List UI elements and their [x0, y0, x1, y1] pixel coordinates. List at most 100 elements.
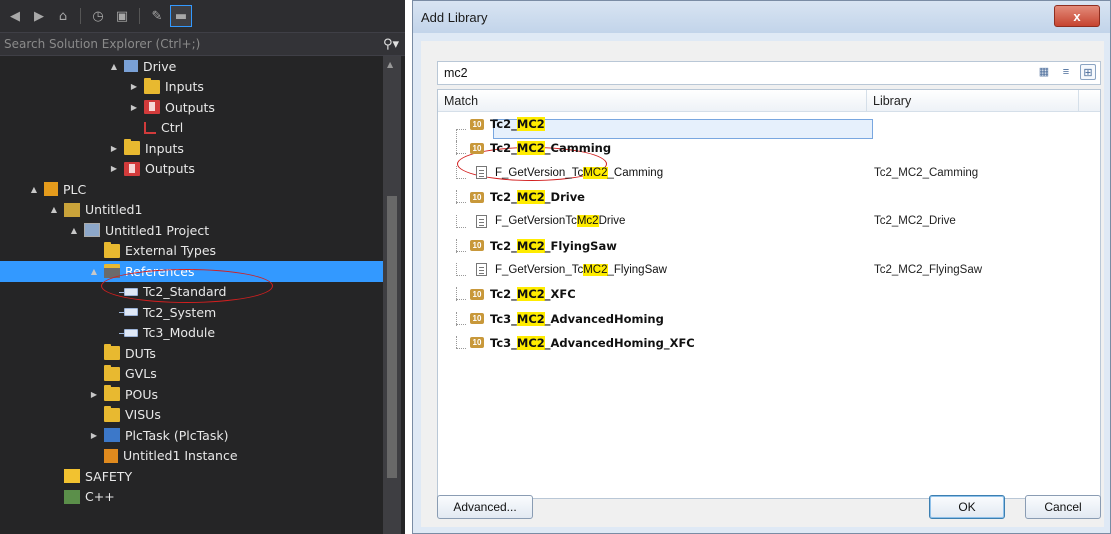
ok-button[interactable]: OK: [929, 495, 1005, 519]
column-header-filler: [1079, 90, 1100, 111]
explorer-scrollbar[interactable]: ▲: [383, 56, 401, 534]
close-button[interactable]: x: [1054, 5, 1100, 27]
name-part: _AdvancedHoming_XFC: [544, 335, 695, 350]
library-row[interactable]: 10 Tc2_MC2_XFC: [438, 282, 1100, 306]
table-body: 10 Tc2_MC2 10 Tc2_MC2_Camming F_GetVersion_T…: [438, 112, 1100, 355]
home-icon[interactable]: ⌂: [52, 5, 74, 27]
expand-all-icon[interactable]: ⊞: [1080, 64, 1096, 80]
tree-item[interactable]: DUTs: [0, 343, 383, 364]
tree-item[interactable]: Untitled1 Instance: [0, 446, 383, 467]
tree-item[interactable]: ▲ PLC: [0, 179, 383, 200]
expand-arrow-icon[interactable]: ▶: [88, 431, 100, 440]
tree-item[interactable]: ▲ Untitled1 Project: [0, 220, 383, 241]
tree-item[interactable]: SAFETY: [0, 466, 383, 487]
cancel-button[interactable]: Cancel: [1025, 495, 1101, 519]
collapse-arrow-icon[interactable]: ▲: [68, 226, 80, 235]
name-part: _Camming: [544, 141, 612, 156]
tree-item-label: Inputs: [165, 79, 204, 95]
category-view-icon[interactable]: ▦: [1036, 64, 1052, 80]
tree-item-label: Drive: [143, 58, 177, 74]
function-icon: [476, 263, 487, 277]
search-match-highlight: MC2: [516, 141, 545, 156]
library-search-input[interactable]: mc2 ▦ ≡ ⊞: [437, 61, 1101, 85]
ref-icon: [119, 328, 138, 337]
library-row[interactable]: 10 Tc2_MC2: [438, 112, 1100, 144]
tree-item-label: DUTs: [125, 345, 156, 361]
folder-y-icon: [104, 405, 120, 422]
preview-icon[interactable]: ▬: [170, 5, 192, 27]
name-part: Tc2_: [490, 117, 517, 132]
name-part: _XFC: [544, 287, 576, 302]
folder-r-icon: [124, 161, 140, 176]
tree-item[interactable]: ▶ POUs: [0, 384, 383, 405]
collapse-arrow-icon[interactable]: ▲: [28, 185, 40, 194]
collapse-arrow-icon[interactable]: ▲: [48, 205, 60, 214]
dialog-titlebar: Add Library x: [413, 1, 1110, 33]
tree-item[interactable]: ▲ Untitled1: [0, 200, 383, 221]
column-header-library[interactable]: Library: [867, 90, 1079, 111]
folder-y-icon: [104, 364, 120, 381]
expand-arrow-icon[interactable]: ▶: [88, 390, 100, 399]
tree-item-label: Ctrl: [161, 120, 184, 136]
tree-item[interactable]: ▶ Outputs: [0, 159, 383, 180]
column-header-match[interactable]: Match: [438, 90, 867, 111]
library-cell: Tc2_MC2_Drive: [874, 215, 956, 228]
tree-item[interactable]: Ctrl: [0, 118, 383, 139]
library-row[interactable]: 10 Tc2_MC2_Drive: [438, 185, 1100, 209]
library-row[interactable]: 10 Tc3_MC2_AdvancedHoming_XFC: [438, 331, 1100, 355]
tree-item[interactable]: ▶ Inputs: [0, 77, 383, 98]
match-cell: 10 Tc2_MC2_Drive: [438, 190, 867, 205]
search-icon[interactable]: ⚲▾: [383, 37, 399, 52]
collapse-arrow-icon[interactable]: ▲: [88, 267, 100, 276]
library-icon: 10: [470, 118, 484, 130]
tree-item[interactable]: Tc2_System: [0, 302, 383, 323]
ctrl-icon: [144, 121, 156, 134]
library-icon: 10: [470, 240, 484, 252]
cpp-icon: [64, 489, 80, 504]
explorer-search-input[interactable]: Search Solution Explorer (Ctrl+;) ⚲▾: [0, 32, 405, 56]
folder-y-icon: [104, 385, 120, 402]
match-cell: 10 Tc2_MC2_XFC: [438, 287, 867, 302]
match-cell: 10 Tc2_MC2_Camming: [438, 141, 867, 156]
expand-arrow-icon[interactable]: ▶: [128, 82, 140, 91]
tree-item[interactable]: Tc3_Module: [0, 323, 383, 344]
library-name: Tc3_MC2_AdvancedHoming: [490, 311, 664, 326]
library-icon: 10: [470, 142, 484, 154]
collapse-arrow-icon[interactable]: ▲: [108, 62, 120, 71]
expand-arrow-icon[interactable]: ▶: [108, 144, 120, 153]
library-row[interactable]: F_GetVersionTcMc2Drive Tc2_MC2_Drive: [438, 209, 1100, 233]
history-icon[interactable]: ◷: [87, 5, 109, 27]
forward-icon[interactable]: ▶: [28, 5, 50, 27]
library-name: Tc2_MC2: [490, 117, 545, 132]
scroll-up-icon[interactable]: ▲: [387, 60, 393, 69]
folder-y-icon: [104, 344, 120, 361]
add-library-dialog: Add Library x mc2 ▦ ≡ ⊞ Match Library 10…: [412, 0, 1111, 534]
tree-item[interactable]: C++: [0, 487, 383, 508]
advanced-button[interactable]: Advanced...: [437, 495, 533, 519]
library-row[interactable]: F_GetVersion_TcMC2_FlyingSaw Tc2_MC2_Flyi…: [438, 258, 1100, 282]
tree-item[interactable]: VISUs: [0, 405, 383, 426]
name-part: Tc2_: [490, 238, 517, 253]
list-view-icon[interactable]: ≡: [1058, 64, 1074, 80]
expand-arrow-icon[interactable]: ▶: [108, 164, 120, 173]
tree-item[interactable]: GVLs: [0, 364, 383, 385]
tree-item[interactable]: ▶ PlcTask (PlcTask): [0, 425, 383, 446]
tree-item[interactable]: ▶ Inputs: [0, 138, 383, 159]
collapse-icon[interactable]: ▣: [111, 5, 133, 27]
scrollbar-thumb[interactable]: [387, 196, 397, 478]
tree-item[interactable]: External Types: [0, 241, 383, 262]
expand-arrow-icon[interactable]: ▶: [128, 103, 140, 112]
tree-item-label: Untitled1: [85, 202, 143, 218]
back-icon[interactable]: ◀: [4, 5, 26, 27]
library-row[interactable]: 10 Tc2_MC2_FlyingSaw: [438, 233, 1100, 257]
tree-line: [456, 178, 466, 180]
properties-icon[interactable]: ✎: [146, 5, 168, 27]
tree-item[interactable]: ▲ Drive: [0, 56, 383, 77]
name-part: _Camming: [607, 166, 664, 179]
task-icon: [104, 428, 120, 443]
library-row[interactable]: 10 Tc3_MC2_AdvancedHoming: [438, 306, 1100, 330]
tree-item[interactable]: ▶ Outputs: [0, 97, 383, 118]
folder-y-icon: [124, 139, 140, 156]
name-part: Tc3_: [490, 335, 517, 350]
function-icon: [476, 166, 487, 180]
